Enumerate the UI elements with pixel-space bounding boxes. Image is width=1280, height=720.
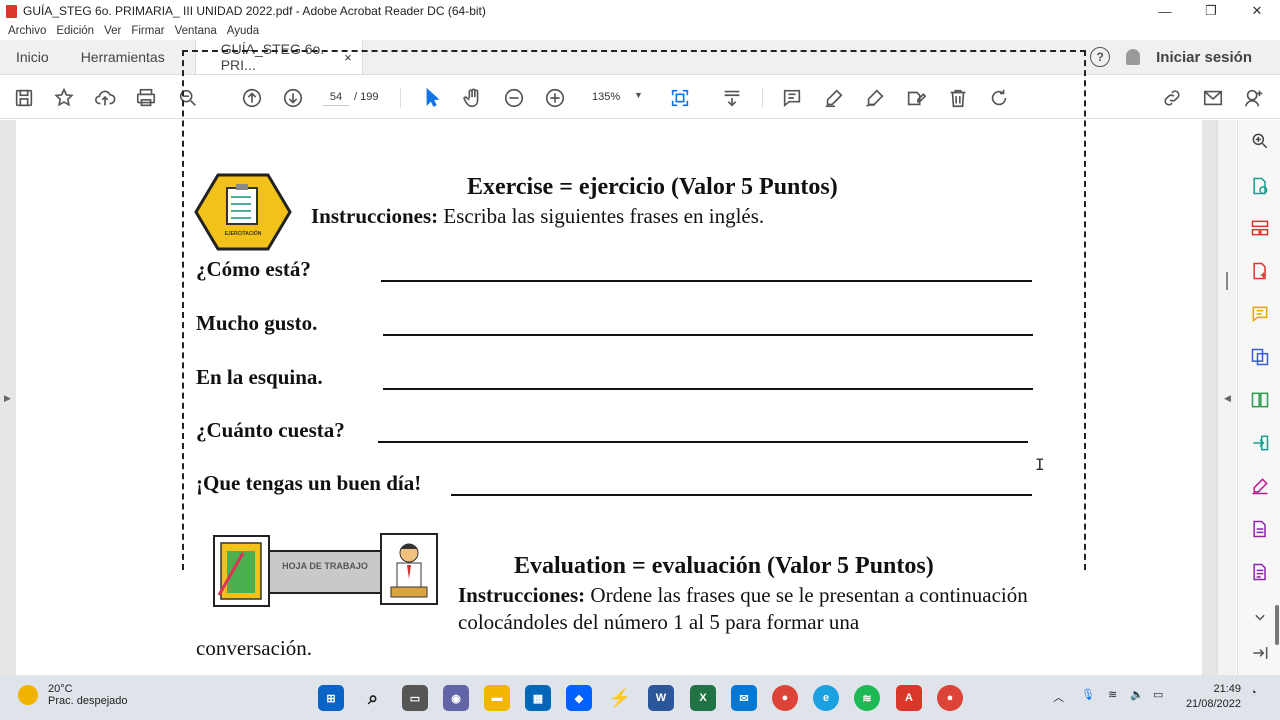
comment-tool-icon[interactable]: [1249, 303, 1271, 325]
left-panel-toggle-icon[interactable]: ▶: [4, 393, 11, 404]
menu-firmar[interactable]: Firmar: [131, 25, 164, 37]
add-user-icon[interactable]: [1242, 86, 1266, 110]
menu-bar: Archivo Edición Ver Firmar Ventana Ayuda: [0, 22, 1280, 40]
evaluation-instructions: Instrucciones: Ordene las frases que se …: [458, 582, 1048, 636]
zoom-tool-icon[interactable]: [1249, 130, 1271, 152]
phrase-1: ¿Cómo está?: [196, 257, 311, 281]
menu-ayuda[interactable]: Ayuda: [227, 25, 259, 37]
email-icon[interactable]: [1201, 86, 1225, 110]
word-icon[interactable]: W: [648, 685, 674, 711]
wifi-icon[interactable]: ≋: [1108, 688, 1117, 701]
signin-button[interactable]: Iniciar sesión: [1156, 49, 1252, 66]
menu-edicion[interactable]: Edición: [56, 25, 94, 37]
chat-icon[interactable]: ◉: [443, 685, 469, 711]
battery-icon[interactable]: ▭: [1153, 688, 1163, 701]
chrome-profile-icon[interactable]: ●: [937, 685, 963, 711]
minimize-button[interactable]: —: [1142, 0, 1188, 22]
winamp-icon[interactable]: ⚡: [607, 685, 633, 711]
export-pdf-icon[interactable]: [1249, 175, 1271, 197]
collapse-pane-icon[interactable]: [1249, 642, 1271, 664]
protect-pdf-icon[interactable]: [1249, 518, 1271, 540]
mail-icon[interactable]: ✉: [731, 685, 757, 711]
start-icon[interactable]: ⊞: [318, 685, 344, 711]
instr-text: Escriba las siguientes frases en inglés.: [438, 204, 765, 228]
phrase-5: ¡Que tengas un buen día!: [196, 471, 422, 495]
menu-ventana[interactable]: Ventana: [175, 25, 217, 37]
evaluation-title: Evaluation = evaluación (Valor 5 Puntos): [514, 553, 934, 579]
bell-icon[interactable]: [1126, 49, 1141, 65]
menu-archivo[interactable]: Archivo: [8, 25, 46, 37]
instr-label: Instrucciones:: [311, 204, 439, 228]
taskbar: 20°C Prac. despejado ⊞ ⌕ ▭ ◉ ▬ ▦ ◆ ⚡ W X…: [0, 675, 1280, 720]
send-sign-icon[interactable]: [1249, 432, 1271, 454]
compare-files-icon[interactable]: [1249, 389, 1271, 411]
tab-home[interactable]: Inicio: [0, 40, 65, 74]
excel-icon[interactable]: X: [690, 685, 716, 711]
star-icon[interactable]: [52, 86, 76, 110]
combine-files-icon[interactable]: [1249, 346, 1271, 368]
store-icon[interactable]: ▦: [525, 685, 551, 711]
answer-line-3: [383, 388, 1033, 390]
weather-condition: Prac. despejado: [48, 695, 128, 707]
answer-line-1: [381, 280, 1032, 282]
menu-ver[interactable]: Ver: [104, 25, 121, 37]
tray-chevron-icon[interactable]: ︿: [1053, 689, 1064, 705]
answer-line-2: [383, 334, 1033, 336]
tab-tools[interactable]: Herramientas: [65, 40, 181, 74]
date: 21/08/2022: [1185, 698, 1241, 710]
weather-icon: [18, 685, 38, 705]
tools-pane-scrollbar[interactable]: [1275, 605, 1279, 645]
file-explorer-icon[interactable]: ▬: [484, 685, 510, 711]
weather-widget[interactable]: 20°C Prac. despejado: [18, 683, 128, 707]
phrase-4: ¿Cuánto cuesta?: [196, 418, 345, 442]
clock[interactable]: 21:49 21/08/2022: [1183, 682, 1241, 712]
spotify-icon[interactable]: ≋: [854, 685, 880, 711]
edge-icon[interactable]: e: [813, 685, 839, 711]
right-tools-pane: [1237, 120, 1280, 675]
evaluation-instructions-tail: conversación.: [196, 636, 313, 660]
microphone-icon[interactable]: 🎙: [1081, 688, 1095, 701]
text-cursor-icon: I: [1035, 455, 1045, 474]
task-view-icon[interactable]: ▭: [402, 685, 428, 711]
fill-sign-icon[interactable]: [1249, 475, 1271, 497]
title-bar: GUÍA_STEG 6o. PRIMARIA_ III UNIDAD 2022.…: [0, 0, 1280, 22]
close-button[interactable]: ✕: [1234, 0, 1280, 22]
chrome-icon[interactable]: ●: [772, 685, 798, 711]
badge-text: EJERCITACIÓN: [225, 229, 262, 237]
expand-tools-icon[interactable]: [1249, 606, 1271, 628]
exercise-instructions: Instrucciones: Escriba las siguientes fr…: [311, 204, 764, 229]
maximize-button[interactable]: ❐: [1188, 0, 1234, 22]
organize-pages-icon[interactable]: [1249, 217, 1271, 239]
answer-line-5: [451, 494, 1032, 496]
right-panel-toggle-icon[interactable]: ◀: [1224, 393, 1231, 404]
temperature: 20°C: [48, 683, 73, 695]
more-tools-icon[interactable]: [1249, 561, 1271, 583]
worksheet-banner-icon: HOJA DE TRABAJO: [213, 533, 438, 607]
help-icon[interactable]: ?: [1090, 47, 1111, 67]
print-icon[interactable]: [134, 86, 158, 110]
acrobat-taskbar-icon[interactable]: A: [896, 685, 922, 711]
worksheet-label: HOJA DE TRABAJO: [282, 561, 368, 571]
exercise-badge-icon: EJERCITACIÓN: [194, 173, 292, 251]
save-icon[interactable]: [12, 86, 36, 110]
time: 21:49: [1213, 683, 1241, 695]
answer-line-4: [378, 441, 1028, 443]
link-share-icon[interactable]: [1160, 86, 1184, 110]
exercise-title: Exercise = ejercicio (Valor 5 Puntos): [467, 174, 838, 200]
upload-cloud-icon[interactable]: [93, 86, 117, 110]
phrase-3: En la esquina.: [196, 365, 323, 389]
ev-instr-label: Instrucciones:: [458, 583, 586, 607]
search-icon[interactable]: ⌕: [360, 685, 386, 711]
window-title: GUÍA_STEG 6o. PRIMARIA_ III UNIDAD 2022.…: [23, 4, 486, 18]
create-pdf-icon[interactable]: [1249, 260, 1271, 282]
dropbox-icon[interactable]: ◆: [566, 685, 592, 711]
notification-icon[interactable]: ◔: [1250, 687, 1257, 699]
volume-icon[interactable]: 🔈: [1130, 688, 1144, 701]
acrobat-icon: [6, 4, 17, 18]
phrase-2: Mucho gusto.: [196, 311, 318, 335]
